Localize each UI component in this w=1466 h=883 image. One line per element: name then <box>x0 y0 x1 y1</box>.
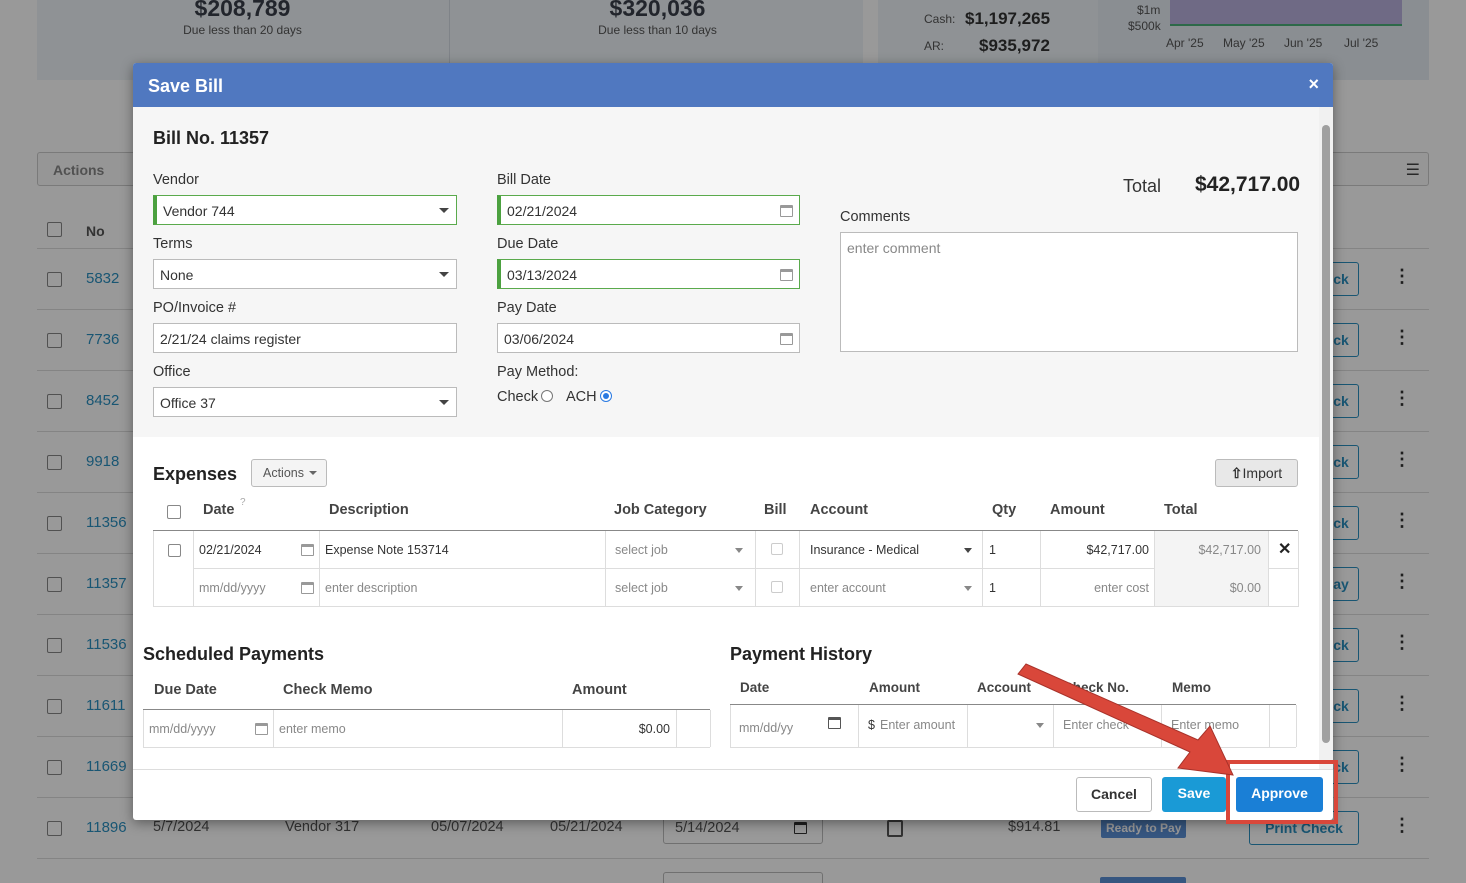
pointer-arrow <box>1017 663 1234 776</box>
